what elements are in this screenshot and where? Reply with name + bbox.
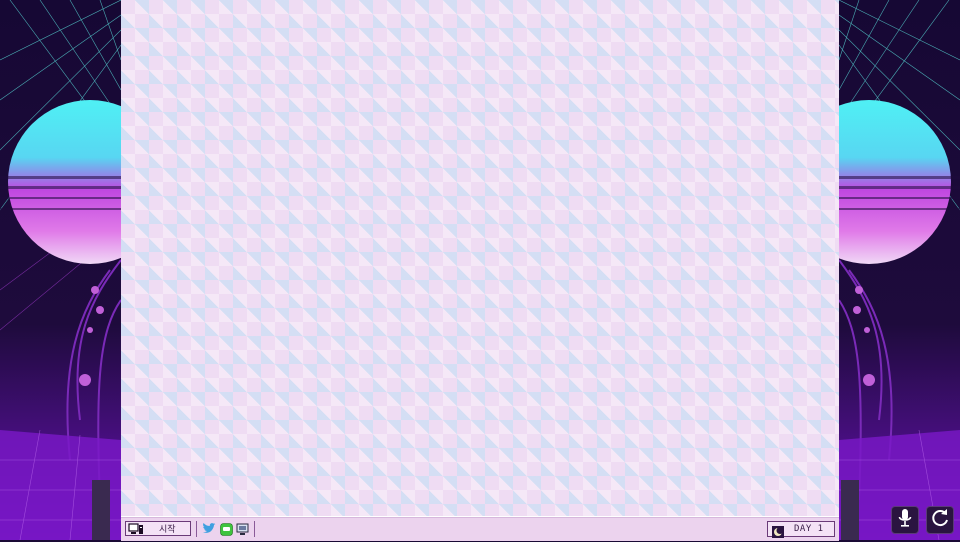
microphone-button[interactable] [891,506,919,534]
day-indicator[interactable]: DAY 1 [767,521,835,538]
microphone-icon [897,508,913,532]
moon-icon [772,523,784,538]
taskbar: 시작 DAY 1 [121,516,839,541]
start-label: 시작 [159,525,176,535]
taskbar-divider [254,521,255,537]
day-label: DAY 1 [794,524,824,534]
computer-icon [127,522,145,535]
refresh-icon [930,508,950,532]
taskbar-divider [196,521,197,537]
twitter-icon[interactable] [202,522,216,536]
right-wallpaper-panel [839,0,960,540]
left-wallpaper-panel [0,0,121,540]
chat-icon[interactable] [219,522,233,536]
refresh-button[interactable] [926,506,954,534]
start-button[interactable]: 시작 [125,521,191,536]
monitor-icon[interactable] [235,522,249,536]
desktop-area[interactable] [121,0,839,516]
